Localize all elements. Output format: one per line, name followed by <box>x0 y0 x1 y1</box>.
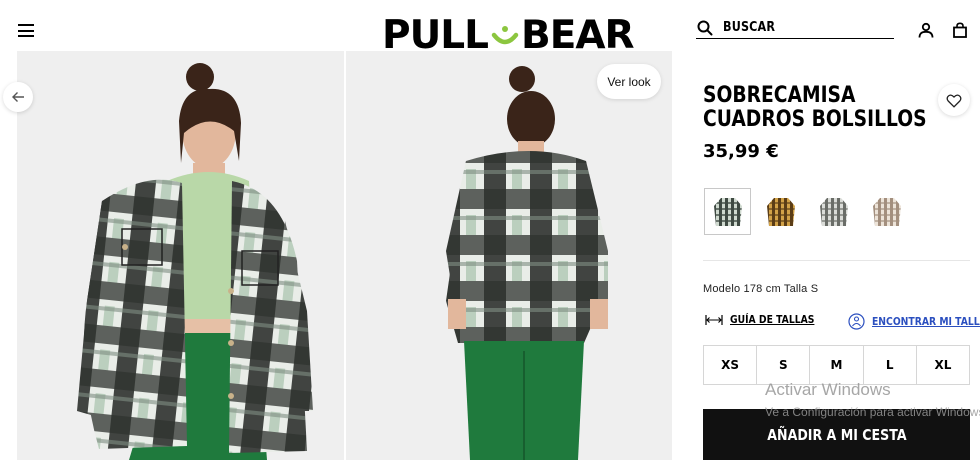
swatch-beige-cuadros[interactable] <box>863 188 910 235</box>
person-circle-icon <box>848 313 865 330</box>
search-bar[interactable]: BUSCAR <box>696 17 894 39</box>
brand-logo[interactable]: PULL BEAR <box>382 12 635 58</box>
hamburger-menu-icon[interactable] <box>18 24 34 37</box>
user-icon <box>918 22 934 38</box>
logo-text-right: BEAR <box>520 12 635 58</box>
model-back-image <box>346 51 672 460</box>
product-price: 35,99 € <box>703 141 779 162</box>
ruler-icon <box>705 314 723 325</box>
heart-icon <box>946 94 962 108</box>
size-guide-label: GUÍA DE TALLAS <box>730 313 815 326</box>
color-swatches <box>704 188 916 235</box>
product-title: SOBRECAMISA CUADROS BOLSILLOS <box>703 83 927 132</box>
jacket-thumbnail-icon <box>766 197 795 226</box>
jacket-thumbnail-icon <box>713 197 742 226</box>
product-title-line-2: CUADROS BOLSILLOS <box>703 107 927 132</box>
add-to-cart-label: AÑADIR A MI CESTA <box>766 425 907 444</box>
model-front-image <box>17 51 344 460</box>
product-gallery <box>17 51 672 460</box>
menu-line <box>18 29 34 32</box>
jacket-thumbnail-icon <box>872 197 901 226</box>
find-my-size-link[interactable]: ENCONTRAR MI TALLA <box>848 313 980 330</box>
jacket-thumbnail-icon <box>819 197 848 226</box>
size-guide-link[interactable]: GUÍA DE TALLAS <box>705 313 831 326</box>
find-my-size-label: ENCONTRAR MI TALLA <box>872 315 980 328</box>
account-button[interactable] <box>916 20 936 40</box>
wishlist-button[interactable] <box>938 84 970 116</box>
section-divider <box>703 260 970 261</box>
swatch-mostaza-cuadros[interactable] <box>757 188 804 235</box>
size-option[interactable]: M <box>810 346 864 384</box>
model-info: Modelo 178 cm Talla S <box>703 283 819 295</box>
size-option[interactable]: XL <box>917 346 969 384</box>
ver-look-button[interactable]: Ver look <box>597 64 661 99</box>
menu-line <box>18 24 34 26</box>
add-to-cart-button[interactable]: AÑADIR A MI CESTA <box>703 409 970 460</box>
menu-line <box>18 35 34 37</box>
product-photo-back[interactable] <box>346 51 672 460</box>
product-title-line-1: SOBRECAMISA <box>703 83 856 108</box>
shopping-bag-icon <box>953 22 967 38</box>
gallery-prev-button[interactable] <box>3 82 33 112</box>
size-option[interactable]: S <box>757 346 811 384</box>
swatch-verde-cuadros[interactable] <box>704 188 751 235</box>
product-photo-front[interactable] <box>17 51 344 460</box>
shopping-bag-button[interactable] <box>950 20 970 40</box>
logo-text-left: PULL <box>382 12 489 58</box>
size-option[interactable]: L <box>864 346 917 384</box>
search-icon <box>697 20 713 35</box>
search-label: BUSCAR <box>723 20 776 35</box>
swatch-gris-cuadros[interactable] <box>810 188 857 235</box>
size-option[interactable]: XS <box>704 346 758 384</box>
size-selector: XS S M L XL <box>703 345 970 385</box>
arrow-left-icon <box>12 92 24 102</box>
logo-smile-icon <box>491 26 519 45</box>
